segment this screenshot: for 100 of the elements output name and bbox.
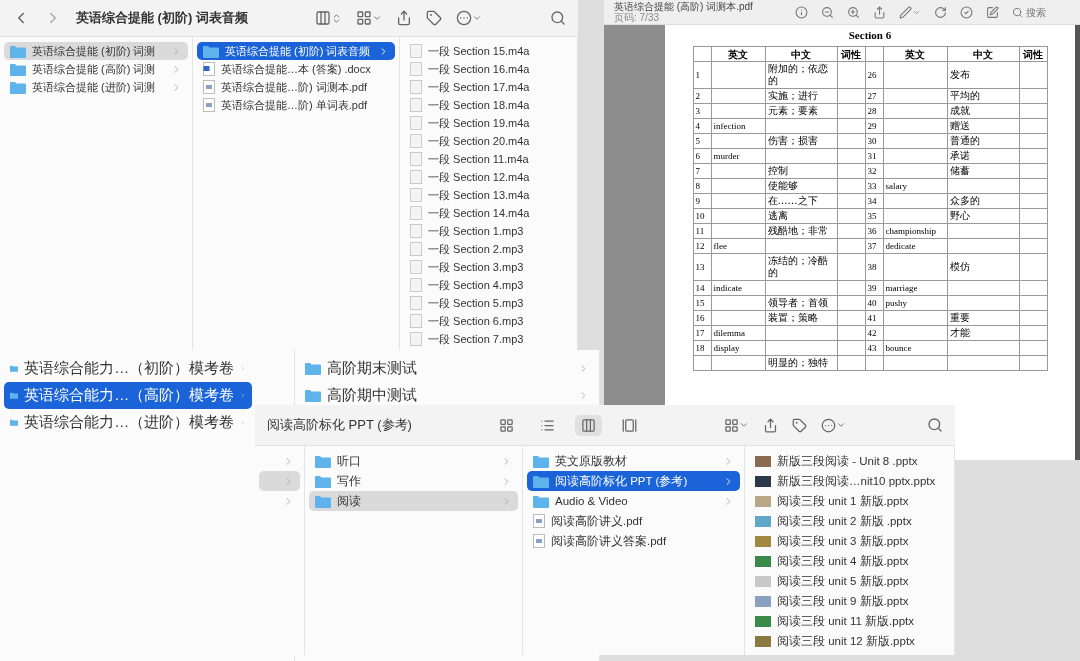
file-item[interactable]: 一段 Section 6.mp3 [404,312,573,330]
folder-item[interactable]: 英语综合提能 (进阶) 词测 [4,78,188,96]
folder-item[interactable]: 英文原版教材 [527,451,740,471]
folder-icon [10,44,26,58]
file-item[interactable]: 一段 Section 1.mp3 [404,222,573,240]
file-item[interactable]: 一段 Section 11.m4a [404,150,573,168]
file-item[interactable]: 英语综合提能…阶) 单词表.pdf [197,96,395,114]
table-cell: 37 [867,240,877,251]
file-item[interactable]: 阅读三段 unit 1 新版.pptx [749,491,950,511]
file-item[interactable]: 一段 Section 19.m4a [404,114,573,132]
table-cell: 39 [867,282,877,293]
table-cell: 领导者；首领 [767,297,828,308]
more-icon[interactable] [820,417,836,433]
file-item[interactable]: 一段 Section 20.m4a [404,132,573,150]
folder-item[interactable]: 听口 [309,451,518,471]
table-cell: 43 [867,342,877,353]
folder-item[interactable]: 阅读 [309,491,518,511]
document-icon [410,62,422,76]
file-item[interactable]: 一段 Section 12.m4a [404,168,573,186]
file-item[interactable]: 阅读高阶讲义答案.pdf [527,531,740,551]
column-header: 中文 [973,48,993,60]
file-item[interactable]: 新版三段阅读 - Unit 8 .pptx [749,451,950,471]
file-item[interactable]: 一段 Section 2.mp3 [404,240,573,258]
folder-item[interactable]: 阅读高阶标化 PPT (参考) [527,471,740,491]
folder-item[interactable]: 高阶期中测试 [299,382,595,409]
table-cell: 赠送 [949,120,970,131]
file-item[interactable]: 阅读三段 unit 3 新版.pptx [749,531,950,551]
file-item[interactable]: 阅读三段 unit 9 新版.pptx [749,591,950,611]
columns-view-icon[interactable] [580,417,596,433]
file-item[interactable]: 一段 Section 7.mp3 [404,330,573,348]
table-cell: 35 [867,210,877,221]
file-item[interactable]: 阅读三段 unit 12 新版.pptx [749,631,950,651]
gallery-view-icon[interactable] [621,417,637,433]
document-icon [410,260,422,274]
folder-item[interactable]: 英语综合提能 (初阶) 词测 [4,42,188,60]
file-item[interactable]: 阅读三段 unit 11 新版.pptx [749,611,950,631]
document-icon [410,332,422,346]
caret-icon[interactable] [472,13,483,23]
info-icon[interactable] [795,5,808,19]
rotate-icon[interactable] [934,5,947,19]
list-view-icon[interactable] [539,417,555,433]
table-cell: 储蓄 [949,165,970,176]
file-item[interactable]: 一段 Section 13.m4a [404,186,573,204]
table-cell: 众多的 [949,195,980,206]
icon-view-icon[interactable] [498,417,514,433]
file-item[interactable]: 阅读三段 unit 4 新版.pptx [749,551,950,571]
table-cell: 1 [695,69,700,80]
tag-icon[interactable] [426,10,443,26]
table-cell: 模仿 [949,261,970,272]
file-item[interactable]: 一段 Section 14.m4a [404,204,573,222]
document-icon [533,534,545,548]
folder-item[interactable]: 英语综合提能 (初阶) 词表音频 [197,42,395,60]
tag-icon[interactable] [791,417,807,433]
file-item[interactable]: 一段 Section 17.m4a [404,78,573,96]
folder-item[interactable]: Audio & Video [527,491,740,511]
folder-item[interactable]: 英语综合能力…（进阶）模考卷 [4,409,252,436]
document-icon [410,188,422,202]
edit-icon[interactable] [986,5,999,19]
table-cell: 在……之下 [767,195,818,206]
file-item[interactable]: 阅读三段 unit 5 新版.pptx [749,571,950,591]
zoom-out-icon[interactable] [821,5,834,19]
group-icon[interactable] [723,417,739,433]
folder-item[interactable]: 英语综合提能 (高阶) 词测 [4,60,188,78]
caret-icon[interactable] [372,13,383,23]
search-field[interactable]: 搜索 [1026,6,1070,18]
group-icon[interactable] [356,10,373,26]
columns-view-icon[interactable] [315,10,332,26]
file-item[interactable]: 英语综合提能…阶) 词测本.pdf [197,78,395,96]
table-cell: murder [713,150,740,161]
caret-icon[interactable] [738,420,749,430]
table-cell: pushy [885,297,907,308]
file-item[interactable]: 一段 Section 16.m4a [404,60,573,78]
share-icon[interactable] [873,5,886,19]
document-icon [203,62,215,76]
markup-icon[interactable] [960,5,973,19]
file-item[interactable]: 新版三段阅读…nit10 pptx.pptx [749,471,950,491]
table-cell: 13 [695,261,705,272]
folder-item[interactable]: 英语综合能力…（高阶）模考卷 [4,382,252,409]
file-item[interactable]: 一段 Section 4.mp3 [404,276,573,294]
more-icon[interactable] [456,10,473,26]
column-header: 词性 [841,48,861,60]
file-item[interactable]: 阅读高阶讲义.pdf [527,511,740,531]
file-item[interactable]: 一段 Section 3.mp3 [404,258,573,276]
folder-item[interactable]: 高阶期末测试 [299,355,595,382]
document-icon [410,134,422,148]
file-item[interactable]: 英语综合提能…本 (答案) .docx [197,60,395,78]
file-item[interactable]: 一段 Section 15.m4a [404,42,573,60]
caret-icon[interactable] [835,420,846,430]
folder-item[interactable]: 英语综合能力…（初阶）模考卷 [4,355,252,382]
pen-icon[interactable] [899,5,912,19]
file-item[interactable]: 阅读三段 unit 2 新版 .pptx [749,511,950,531]
folder-icon [10,80,26,94]
file-item[interactable]: 一段 Section 5.mp3 [404,294,573,312]
search-icon[interactable] [927,417,943,433]
folder-item[interactable]: 写作 [309,471,518,491]
file-item[interactable]: 一段 Section 18.m4a [404,96,573,114]
share-icon[interactable] [396,10,413,26]
zoom-in-icon[interactable] [847,5,860,19]
share-icon[interactable] [762,417,778,433]
search-icon[interactable] [550,10,566,26]
